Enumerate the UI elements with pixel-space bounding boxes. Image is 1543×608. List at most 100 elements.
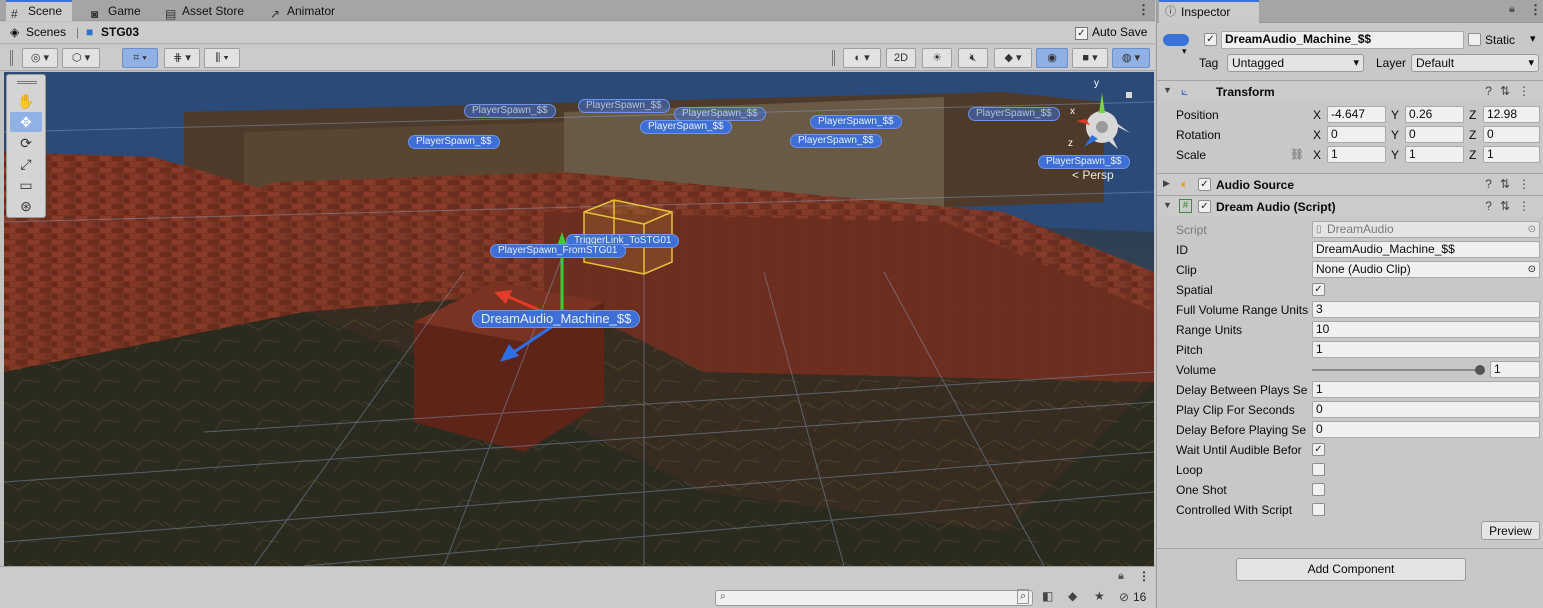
rotation-z-field[interactable]: 0: [1483, 126, 1540, 143]
grid-visibility-dropdown[interactable]: ⋕ ▾: [164, 48, 200, 68]
tab-inspector[interactable]: ⓘ Inspector: [1159, 0, 1259, 23]
link-icon[interactable]: ⛓︎: [1290, 148, 1304, 161]
position-y-field[interactable]: 0.26: [1405, 106, 1464, 123]
layer-dropdown[interactable]: Default: [1411, 54, 1539, 72]
dream-audio-enabled-checkbox[interactable]: ✓: [1198, 200, 1211, 213]
position-z-field[interactable]: 12.98: [1483, 106, 1540, 123]
foldout-open-icon[interactable]: ▼: [1163, 200, 1172, 210]
transform-header[interactable]: ▼ ⟀ Transform ?⇅⋮: [1157, 80, 1543, 102]
static-dropdown-icon[interactable]: ▾: [1530, 32, 1536, 45]
play-clip-field[interactable]: 0: [1312, 401, 1540, 418]
pitch-field[interactable]: 1: [1312, 341, 1540, 358]
preview-button[interactable]: Preview: [1481, 521, 1540, 540]
gizmos-dropdown[interactable]: ◍ ▾: [1112, 48, 1150, 68]
scale-y-field[interactable]: 1: [1405, 146, 1464, 163]
component-header-icons[interactable]: ?⇅⋮: [1485, 199, 1538, 213]
object-name-input[interactable]: DreamAudio_Machine_$$: [1221, 31, 1464, 49]
lighting-toggle[interactable]: ☀: [922, 48, 952, 68]
static-checkbox[interactable]: [1468, 33, 1481, 46]
id-field[interactable]: DreamAudio_Machine_$$: [1312, 241, 1540, 258]
scene-label-playerspawn[interactable]: PlayerSpawn_$$: [464, 104, 556, 118]
scene-label-playerspawn[interactable]: PlayerSpawn_$$: [968, 107, 1060, 121]
delay-between-field[interactable]: 1: [1312, 381, 1540, 398]
full-volume-field[interactable]: 3: [1312, 301, 1540, 318]
rotate-tool-icon[interactable]: ⟳: [10, 133, 42, 153]
increment-snap-dropdown[interactable]: ⫼ ▾: [204, 48, 240, 68]
perspective-label[interactable]: < Persp: [1072, 168, 1114, 182]
scene-search-input[interactable]: ⌕: [715, 590, 1033, 606]
volume-slider-thumb[interactable]: [1475, 365, 1485, 375]
spatial-checkbox[interactable]: ✓: [1312, 283, 1325, 296]
shading-mode-dropdown[interactable]: ◐ ▾: [843, 48, 881, 68]
draw-mode-dropdown[interactable]: ◎ ▾: [22, 48, 58, 68]
loop-checkbox[interactable]: [1312, 463, 1325, 476]
hand-tool-icon[interactable]: ✋: [10, 91, 42, 111]
audio-toggle[interactable]: 🔇︎: [958, 48, 988, 68]
scene-label-playerspawn[interactable]: PlayerSpawn_$$: [408, 135, 500, 149]
scene-label-playerspawn[interactable]: PlayerSpawn_$$: [640, 120, 732, 134]
tab-scene[interactable]: # Scene: [6, 0, 72, 21]
hidden-objects-toggle[interactable]: ◉: [1036, 48, 1068, 68]
rotation-y-field[interactable]: 0: [1405, 126, 1464, 143]
lock-icon[interactable]: 🔒︎: [1118, 570, 1124, 583]
range-units-field[interactable]: 10: [1312, 321, 1540, 338]
favorite-icon[interactable]: ★: [1094, 589, 1105, 603]
clip-field[interactable]: None (Audio Clip) ⊙: [1312, 261, 1540, 278]
scene-label-playerspawn[interactable]: PlayerSpawn_$$: [1038, 155, 1130, 169]
scene-label-playerspawn[interactable]: PlayerSpawn_$$: [578, 99, 670, 113]
inspector-kebab-icon[interactable]: ⋮: [1529, 2, 1542, 18]
scene-label-playerspawn-from[interactable]: PlayerSpawn_FromSTG01: [490, 244, 626, 258]
rotation-x-field[interactable]: 0: [1327, 126, 1386, 143]
scale-tool-icon[interactable]: ⤢: [10, 154, 42, 174]
scale-x-field[interactable]: 1: [1327, 146, 1386, 163]
scene-viewport[interactable]: PlayerSpawn_$$ PlayerSpawn_$$ PlayerSpaw…: [4, 72, 1154, 566]
icon-dropdown-arrow[interactable]: ▾: [1182, 46, 1187, 57]
move-tool-icon[interactable]: ✥: [10, 112, 42, 132]
tag-dropdown[interactable]: Untagged: [1227, 54, 1364, 72]
active-checkbox[interactable]: ✓: [1204, 33, 1217, 46]
foldout-closed-icon[interactable]: ▶: [1163, 178, 1170, 189]
grid-snap-toggle[interactable]: ⌗ ▾: [122, 48, 158, 68]
gameobject-icon[interactable]: [1163, 34, 1189, 46]
tab-game[interactable]: ◙ Game: [86, 0, 156, 21]
audio-source-header[interactable]: ▶ 🔈︎ ✓ Audio Source ?⇅⋮: [1157, 173, 1543, 195]
component-header-icons[interactable]: ?⇅⋮: [1485, 177, 1538, 191]
camera-dropdown[interactable]: ■ ▾: [1072, 48, 1108, 68]
scene-label-playerspawn[interactable]: PlayerSpawn_$$: [790, 134, 882, 148]
scene-kebab-icon[interactable]: ⋮: [1137, 2, 1150, 18]
tab-asset-store[interactable]: ▤ Asset Store: [160, 0, 260, 21]
auto-save-checkbox[interactable]: ✓: [1075, 27, 1088, 40]
controlled-checkbox[interactable]: [1312, 503, 1325, 516]
object-picker-icon[interactable]: ⊙: [1528, 262, 1536, 277]
tab-animator[interactable]: ↗ Animator: [265, 0, 355, 21]
volume-field[interactable]: 1: [1490, 361, 1540, 378]
add-component-button[interactable]: Add Component: [1236, 558, 1466, 581]
scene-label-dreamaudio-machine[interactable]: DreamAudio_Machine_$$: [472, 310, 641, 328]
scene-label-playerspawn[interactable]: PlayerSpawn_$$: [674, 107, 766, 121]
wait-until-checkbox[interactable]: ✓: [1312, 443, 1325, 456]
wait-until-row: Wait Until Audible Befor ✓: [1157, 440, 1543, 460]
rect-tool-icon[interactable]: ▭: [10, 175, 42, 195]
statusbar-kebab-icon[interactable]: ⋮: [1138, 569, 1150, 583]
mode-2d-toggle[interactable]: 2D: [886, 48, 916, 68]
render-mode-dropdown[interactable]: ⬡ ▾: [62, 48, 100, 68]
delay-before-field[interactable]: 0: [1312, 421, 1540, 438]
position-x-field[interactable]: -4.647: [1327, 106, 1386, 123]
one-shot-checkbox[interactable]: [1312, 483, 1325, 496]
search-filter-icon[interactable]: ⌕: [1017, 589, 1030, 604]
lock-icon[interactable]: 🔒︎: [1509, 3, 1515, 16]
dream-audio-header[interactable]: ▼ # ✓ Dream Audio (Script) ?⇅⋮: [1157, 195, 1543, 217]
hidden-eye-icon[interactable]: ⊘: [1119, 590, 1129, 604]
component-header-icons[interactable]: ?⇅⋮: [1485, 84, 1538, 98]
transform-tool-icon[interactable]: ⊛: [10, 196, 42, 216]
breadcrumb-scenes[interactable]: Scenes: [26, 25, 66, 39]
type-filter-icon[interactable]: ◧: [1042, 589, 1053, 603]
audio-source-enabled-checkbox[interactable]: ✓: [1198, 178, 1211, 191]
volume-slider-track[interactable]: [1312, 369, 1480, 371]
foldout-open-icon[interactable]: ▼: [1163, 85, 1172, 95]
breadcrumb-stg03[interactable]: STG03: [101, 25, 139, 39]
scale-z-field[interactable]: 1: [1483, 146, 1540, 163]
effects-dropdown[interactable]: ◆ ▾: [994, 48, 1032, 68]
scene-label-playerspawn[interactable]: PlayerSpawn_$$: [810, 115, 902, 129]
label-filter-icon[interactable]: ◆: [1068, 589, 1077, 603]
